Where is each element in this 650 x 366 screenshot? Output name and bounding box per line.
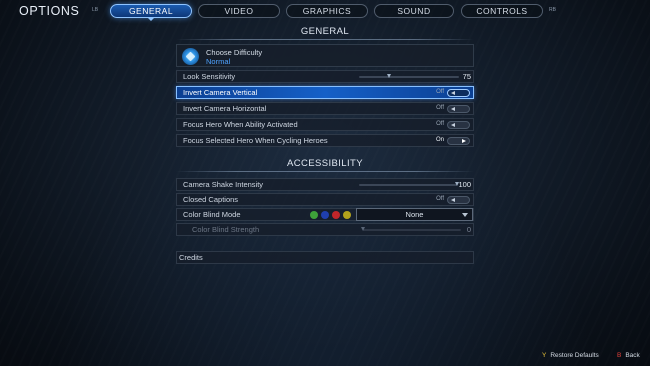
color-blind-strength-value: 0 bbox=[466, 225, 471, 234]
closed-captions-state: Off bbox=[436, 196, 444, 202]
page-title: OPTIONS bbox=[19, 4, 80, 18]
color-blind-mode-value: None bbox=[405, 210, 424, 219]
closed-captions-label: Closed Captions bbox=[183, 195, 239, 204]
invert-horizontal-label: Invert Camera Horizontal bbox=[183, 104, 267, 113]
look-sensitivity-label: Look Sensitivity bbox=[183, 72, 236, 81]
look-sensitivity-slider[interactable] bbox=[359, 76, 459, 78]
focus-hero-label: Focus Hero When Ability Activated bbox=[183, 120, 298, 129]
right-bumper-hint: RB bbox=[549, 7, 556, 13]
back-label: Back bbox=[625, 352, 640, 359]
accessibility-divider bbox=[176, 171, 474, 172]
left-bumper-hint: LB bbox=[92, 7, 99, 13]
camera-shake-slider[interactable] bbox=[359, 184, 457, 186]
tab-graphics[interactable]: GRAPHICS bbox=[286, 4, 368, 18]
focus-selected-state: On bbox=[435, 137, 444, 143]
invert-horizontal-state: Off bbox=[436, 105, 444, 111]
closed-captions-toggle[interactable] bbox=[447, 196, 470, 204]
color-blind-strength-label: Color Blind Strength bbox=[192, 225, 260, 234]
back-hint[interactable]: B Back bbox=[617, 352, 640, 359]
look-sensitivity-row[interactable]: Look Sensitivity 75 bbox=[176, 70, 474, 83]
credits-row[interactable]: Credits bbox=[176, 251, 474, 264]
difficulty-icon bbox=[182, 48, 199, 65]
focus-selected-toggle[interactable] bbox=[447, 137, 470, 145]
invert-vertical-state: Off bbox=[436, 89, 444, 95]
general-divider bbox=[176, 39, 474, 40]
tab-video[interactable]: VIDEO bbox=[198, 4, 280, 18]
color-blind-strength-slider[interactable] bbox=[363, 229, 461, 231]
color-blind-mode-dropdown[interactable]: None bbox=[356, 208, 473, 221]
tab-controls[interactable]: CONTROLS bbox=[461, 4, 543, 18]
color-blind-strength-row[interactable]: Color Blind Strength 0 bbox=[176, 223, 474, 236]
green-swatch bbox=[310, 211, 318, 219]
toggle-knob-icon bbox=[451, 198, 455, 202]
focus-hero-row[interactable]: Focus Hero When Ability Activated Off bbox=[176, 118, 474, 131]
toggle-knob-icon bbox=[462, 139, 466, 143]
look-sensitivity-thumb[interactable] bbox=[386, 74, 391, 78]
blue-swatch bbox=[321, 211, 329, 219]
tab-sound[interactable]: SOUND bbox=[374, 4, 454, 18]
restore-defaults-label: Restore Defaults bbox=[550, 352, 599, 359]
invert-horizontal-row[interactable]: Invert Camera Horizontal Off bbox=[176, 102, 474, 115]
toggle-knob-icon bbox=[451, 123, 455, 127]
camera-shake-value: 100 bbox=[458, 180, 471, 189]
focus-hero-toggle[interactable] bbox=[447, 121, 470, 129]
red-swatch bbox=[332, 211, 340, 219]
focus-selected-label: Focus Selected Hero When Cycling Heroes bbox=[183, 136, 328, 145]
invert-vertical-row[interactable]: Invert Camera Vertical Off bbox=[176, 86, 474, 99]
credits-label: Credits bbox=[179, 253, 203, 262]
difficulty-selector[interactable]: Choose Difficulty Normal bbox=[176, 44, 474, 67]
top-bar: OPTIONS LB GENERAL VIDEO GRAPHICS SOUND … bbox=[0, 0, 650, 22]
camera-shake-label: Camera Shake Intensity bbox=[183, 180, 264, 189]
toggle-knob-icon bbox=[451, 107, 455, 111]
general-section-title: GENERAL bbox=[300, 26, 350, 37]
camera-shake-row[interactable]: Camera Shake Intensity 100 bbox=[176, 178, 474, 191]
focus-selected-row[interactable]: Focus Selected Hero When Cycling Heroes … bbox=[176, 134, 474, 147]
restore-defaults-hint[interactable]: Y Restore Defaults bbox=[542, 352, 599, 359]
toggle-knob-icon bbox=[451, 91, 455, 95]
tab-general[interactable]: GENERAL bbox=[110, 4, 192, 21]
b-button-icon: B bbox=[617, 352, 622, 359]
yellow-swatch bbox=[343, 211, 351, 219]
invert-vertical-toggle[interactable] bbox=[447, 89, 470, 97]
difficulty-title: Choose Difficulty bbox=[206, 48, 263, 57]
closed-captions-row[interactable]: Closed Captions Off bbox=[176, 193, 474, 206]
color-blind-mode-row[interactable]: Color Blind Mode None bbox=[176, 208, 474, 221]
invert-vertical-label: Invert Camera Vertical bbox=[183, 88, 258, 97]
color-blind-mode-label: Color Blind Mode bbox=[183, 210, 241, 219]
color-blind-strength-thumb[interactable] bbox=[360, 227, 365, 231]
y-button-icon: Y bbox=[542, 352, 547, 359]
difficulty-value: Normal bbox=[206, 57, 231, 66]
accessibility-section-title: ACCESSIBILITY bbox=[287, 158, 363, 169]
look-sensitivity-value: 75 bbox=[462, 72, 471, 81]
invert-horizontal-toggle[interactable] bbox=[447, 105, 470, 113]
chevron-down-icon bbox=[462, 213, 468, 217]
focus-hero-state: Off bbox=[436, 121, 444, 127]
